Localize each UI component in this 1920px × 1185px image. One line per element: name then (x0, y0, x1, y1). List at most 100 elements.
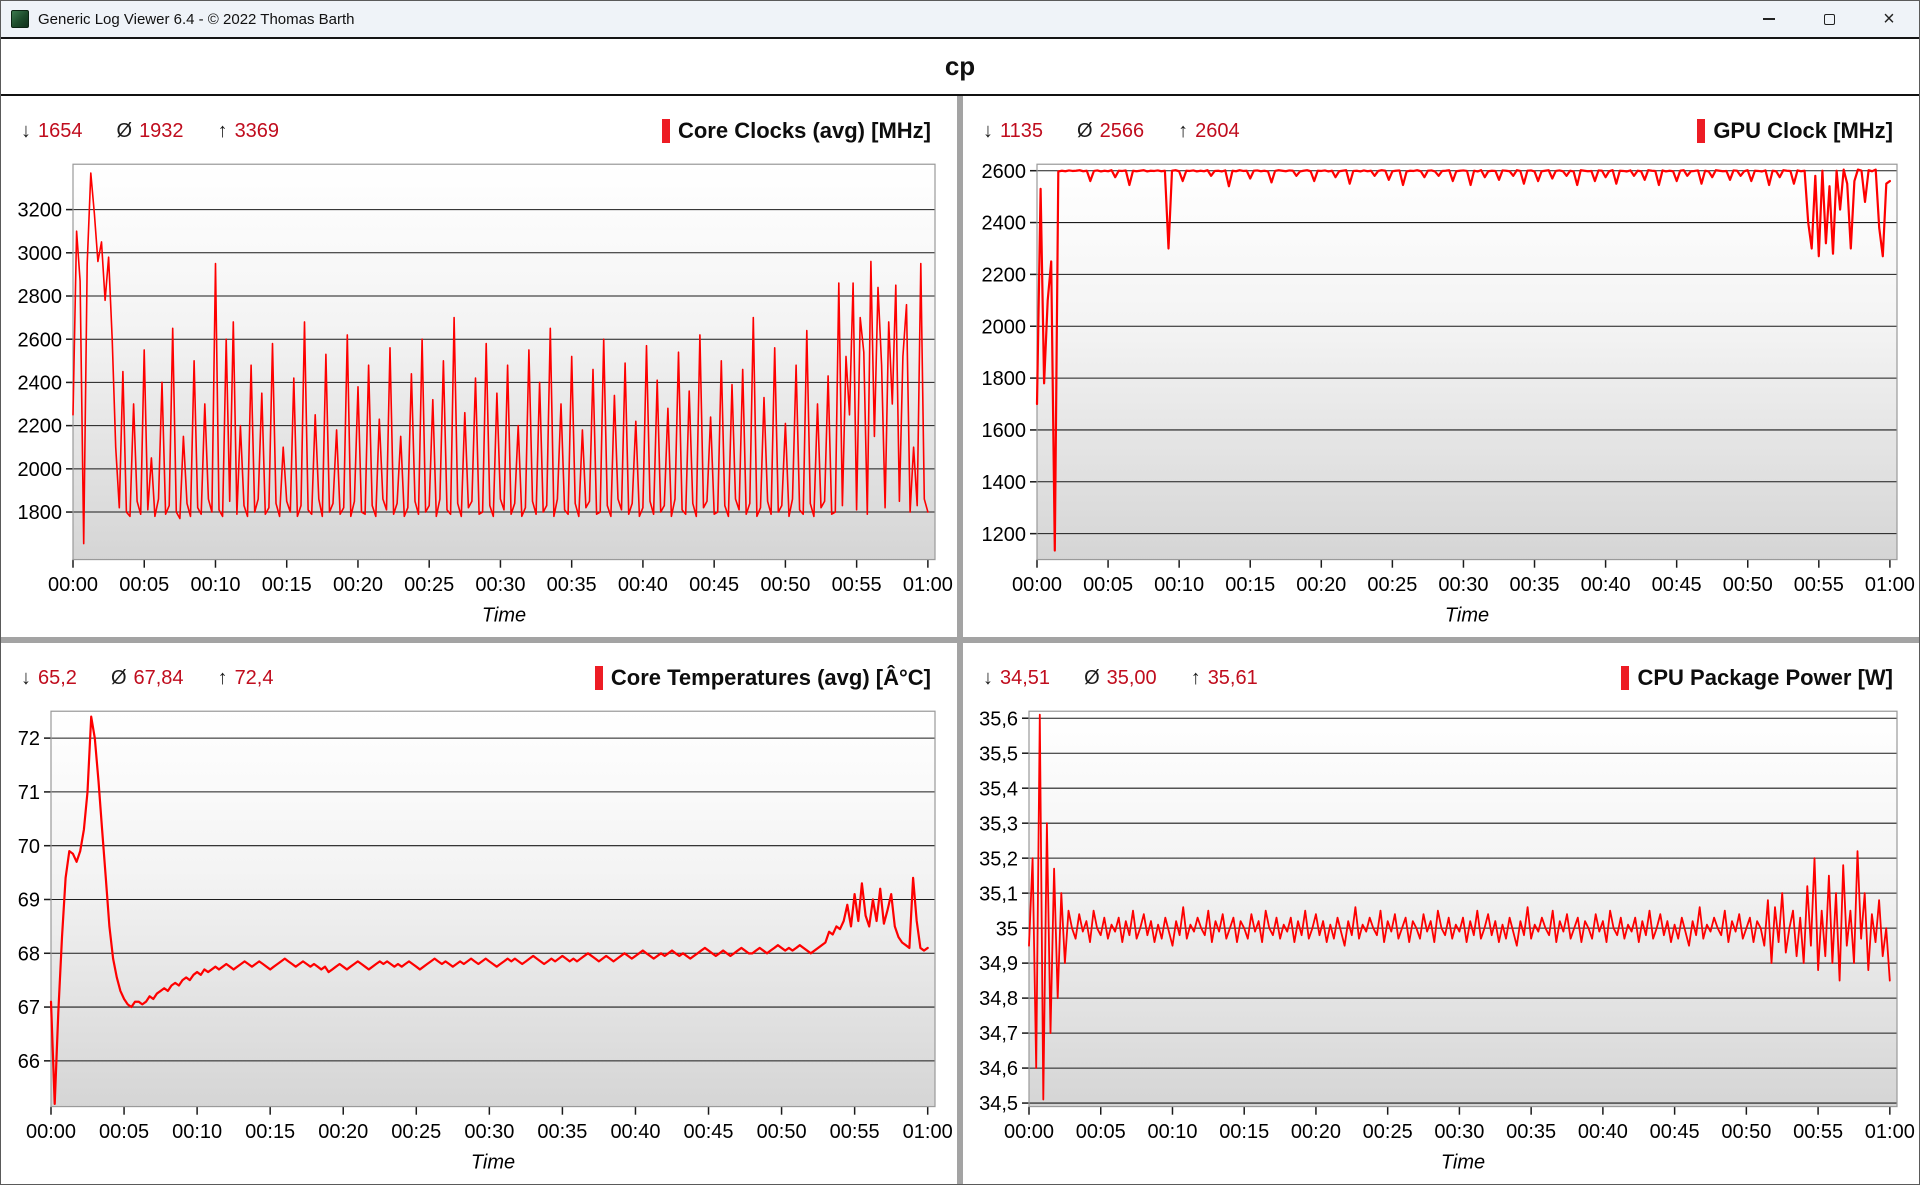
window-title: Generic Log Viewer 6.4 - © 2022 Thomas B… (38, 11, 355, 28)
chart-stats: ↓1135 Ø2566 ↑2604 (983, 120, 1240, 143)
svg-text:00:40: 00:40 (1578, 1121, 1628, 1143)
svg-text:2000: 2000 (18, 459, 62, 481)
svg-text:00:55: 00:55 (830, 1121, 880, 1143)
svg-text:2200: 2200 (982, 264, 1026, 286)
svg-text:72: 72 (18, 728, 40, 750)
svg-text:Time: Time (482, 605, 526, 627)
svg-text:00:55: 00:55 (1793, 1121, 1843, 1143)
svg-text:00:30: 00:30 (464, 1121, 514, 1143)
quadrant-core-clocks: ↓1654 Ø1932 ↑3369 Core Clocks (avg) [MHz… (1, 96, 957, 637)
plot-area-wrap: 1800200022002400260028003000320000:0000:… (1, 152, 957, 637)
svg-text:70: 70 (18, 836, 40, 858)
chart-head: ↓34,51 Ø35,00 ↑35,61 CPU Package Power [… (963, 657, 1919, 699)
svg-text:34,6: 34,6 (979, 1058, 1018, 1080)
svg-text:Time: Time (1445, 605, 1489, 627)
svg-text:00:15: 00:15 (1225, 574, 1275, 596)
svg-text:2600: 2600 (18, 329, 62, 351)
svg-text:00:35: 00:35 (547, 574, 597, 596)
max-arrow-icon: ↑ (1178, 120, 1188, 143)
svg-text:00:05: 00:05 (99, 1121, 149, 1143)
svg-text:Time: Time (1441, 1152, 1485, 1174)
stat-max-value: 72,4 (235, 667, 274, 690)
core-clocks-chart[interactable]: 1800200022002400260028003000320000:0000:… (1, 152, 957, 637)
svg-text:00:20: 00:20 (1296, 574, 1346, 596)
svg-text:00:25: 00:25 (1363, 1121, 1413, 1143)
svg-text:71: 71 (18, 782, 40, 804)
svg-text:35,6: 35,6 (979, 708, 1018, 730)
svg-text:00:25: 00:25 (404, 574, 454, 596)
max-arrow-icon: ↑ (218, 667, 228, 690)
stat-avg: Ø1932 (117, 120, 184, 143)
svg-text:35,1: 35,1 (979, 883, 1018, 905)
svg-text:00:50: 00:50 (757, 1121, 807, 1143)
maximize-icon (1824, 14, 1835, 25)
svg-text:2800: 2800 (18, 286, 62, 308)
svg-text:00:10: 00:10 (190, 574, 240, 596)
svg-text:1600: 1600 (982, 420, 1026, 442)
plot-area-wrap: 34,534,634,734,834,93535,135,235,335,435… (963, 699, 1919, 1184)
chart-title: Core Temperatures (avg) [Â°C] (611, 665, 931, 691)
chart-head: ↓1654 Ø1932 ↑3369 Core Clocks (avg) [MHz… (1, 110, 957, 152)
gpu-clock-chart[interactable]: 1200140016001800200022002400260000:0000:… (963, 152, 1919, 637)
svg-text:2000: 2000 (982, 316, 1026, 338)
title-bar: Generic Log Viewer 6.4 - © 2022 Thomas B… (1, 1, 1919, 39)
svg-text:35,2: 35,2 (979, 848, 1018, 870)
svg-text:1800: 1800 (18, 502, 62, 524)
svg-text:00:45: 00:45 (684, 1121, 734, 1143)
maximize-button[interactable] (1799, 1, 1859, 37)
svg-text:1800: 1800 (982, 368, 1026, 390)
avg-symbol-icon: Ø (1084, 667, 1100, 690)
minimize-button[interactable] (1739, 1, 1799, 37)
stat-avg: Ø2566 (1077, 120, 1144, 143)
chart-legend: Core Temperatures (avg) [Â°C] (595, 665, 931, 691)
svg-text:35: 35 (996, 918, 1018, 940)
cpu-package-power-chart[interactable]: 34,534,634,734,834,93535,135,235,335,435… (963, 699, 1919, 1184)
svg-text:00:00: 00:00 (1004, 1121, 1054, 1143)
svg-text:00:45: 00:45 (1652, 574, 1702, 596)
stat-min: ↓ 65,2 (21, 667, 77, 690)
svg-text:2400: 2400 (982, 213, 1026, 235)
stat-min-value: 65,2 (38, 667, 77, 690)
chart-legend: GPU Clock [MHz] (1697, 118, 1893, 144)
stat-max: ↑35,61 (1191, 667, 1258, 690)
stat-max: ↑3369 (218, 120, 280, 143)
svg-text:34,5: 34,5 (979, 1093, 1018, 1115)
stat-avg: Ø 35,00 (1084, 667, 1157, 690)
svg-text:67: 67 (18, 997, 40, 1019)
svg-text:00:35: 00:35 (1506, 1121, 1556, 1143)
svg-text:2200: 2200 (18, 416, 62, 438)
stat-max: ↑2604 (1178, 120, 1240, 143)
stat-min: ↓1135 (983, 120, 1043, 143)
max-arrow-icon: ↑ (1191, 667, 1201, 690)
chart-head: ↓1135 Ø2566 ↑2604 GPU Clock [MHz] (963, 110, 1919, 152)
log-file-name: cp (945, 51, 975, 82)
core-temperatures-chart[interactable]: 6667686970717200:0000:0500:1000:1500:200… (1, 699, 957, 1184)
quadrant-gpu-clock: ↓1135 Ø2566 ↑2604 GPU Clock [MHz] 120014… (963, 96, 1919, 637)
chart-stats: ↓34,51 Ø 35,00 ↑35,61 (983, 667, 1258, 690)
min-arrow-icon: ↓ (983, 120, 993, 143)
stat-avg-value: 35,00 (1107, 667, 1157, 690)
min-arrow-icon: ↓ (21, 667, 31, 690)
chart-legend: Core Clocks (avg) [MHz] (662, 118, 931, 144)
svg-text:00:40: 00:40 (610, 1121, 660, 1143)
svg-text:01:00: 01:00 (1865, 574, 1915, 596)
avg-symbol-icon: Ø (1077, 120, 1093, 143)
quadrant-core-temperatures: ↓ 65,2 Ø67,84 ↑ 72,4 Core Temperatures (av… (1, 643, 957, 1184)
quadrant-cpu-package-power: ↓34,51 Ø35,00 ↑35,61 CPU Package Power [… (963, 643, 1919, 1184)
chart-head: ↓ 65,2 Ø67,84 ↑ 72,4 Core Temperatures (av… (1, 657, 957, 699)
close-button[interactable]: × (1859, 1, 1919, 37)
svg-text:69: 69 (18, 889, 40, 911)
stat-min: ↓34,51 (983, 667, 1050, 690)
svg-text:00:50: 00:50 (1721, 1121, 1771, 1143)
svg-text:1400: 1400 (982, 472, 1026, 494)
svg-text:35,4: 35,4 (979, 778, 1018, 800)
chart-grid: ↓1654 Ø1932 ↑3369 Core Clocks (avg) [MHz… (1, 96, 1919, 1184)
legend-color-bar (1697, 119, 1705, 143)
svg-text:00:15: 00:15 (1219, 1121, 1269, 1143)
chart-stats: ↓ 65,2 Ø67,84 ↑ 72,4 (21, 667, 274, 690)
svg-text:00:15: 00:15 (245, 1121, 295, 1143)
plot-area-wrap: 1200140016001800200022002400260000:0000:… (963, 152, 1919, 637)
stat-avg: Ø67,84 (111, 667, 184, 690)
legend-color-bar (595, 666, 603, 690)
max-arrow-icon: ↑ (218, 120, 228, 143)
